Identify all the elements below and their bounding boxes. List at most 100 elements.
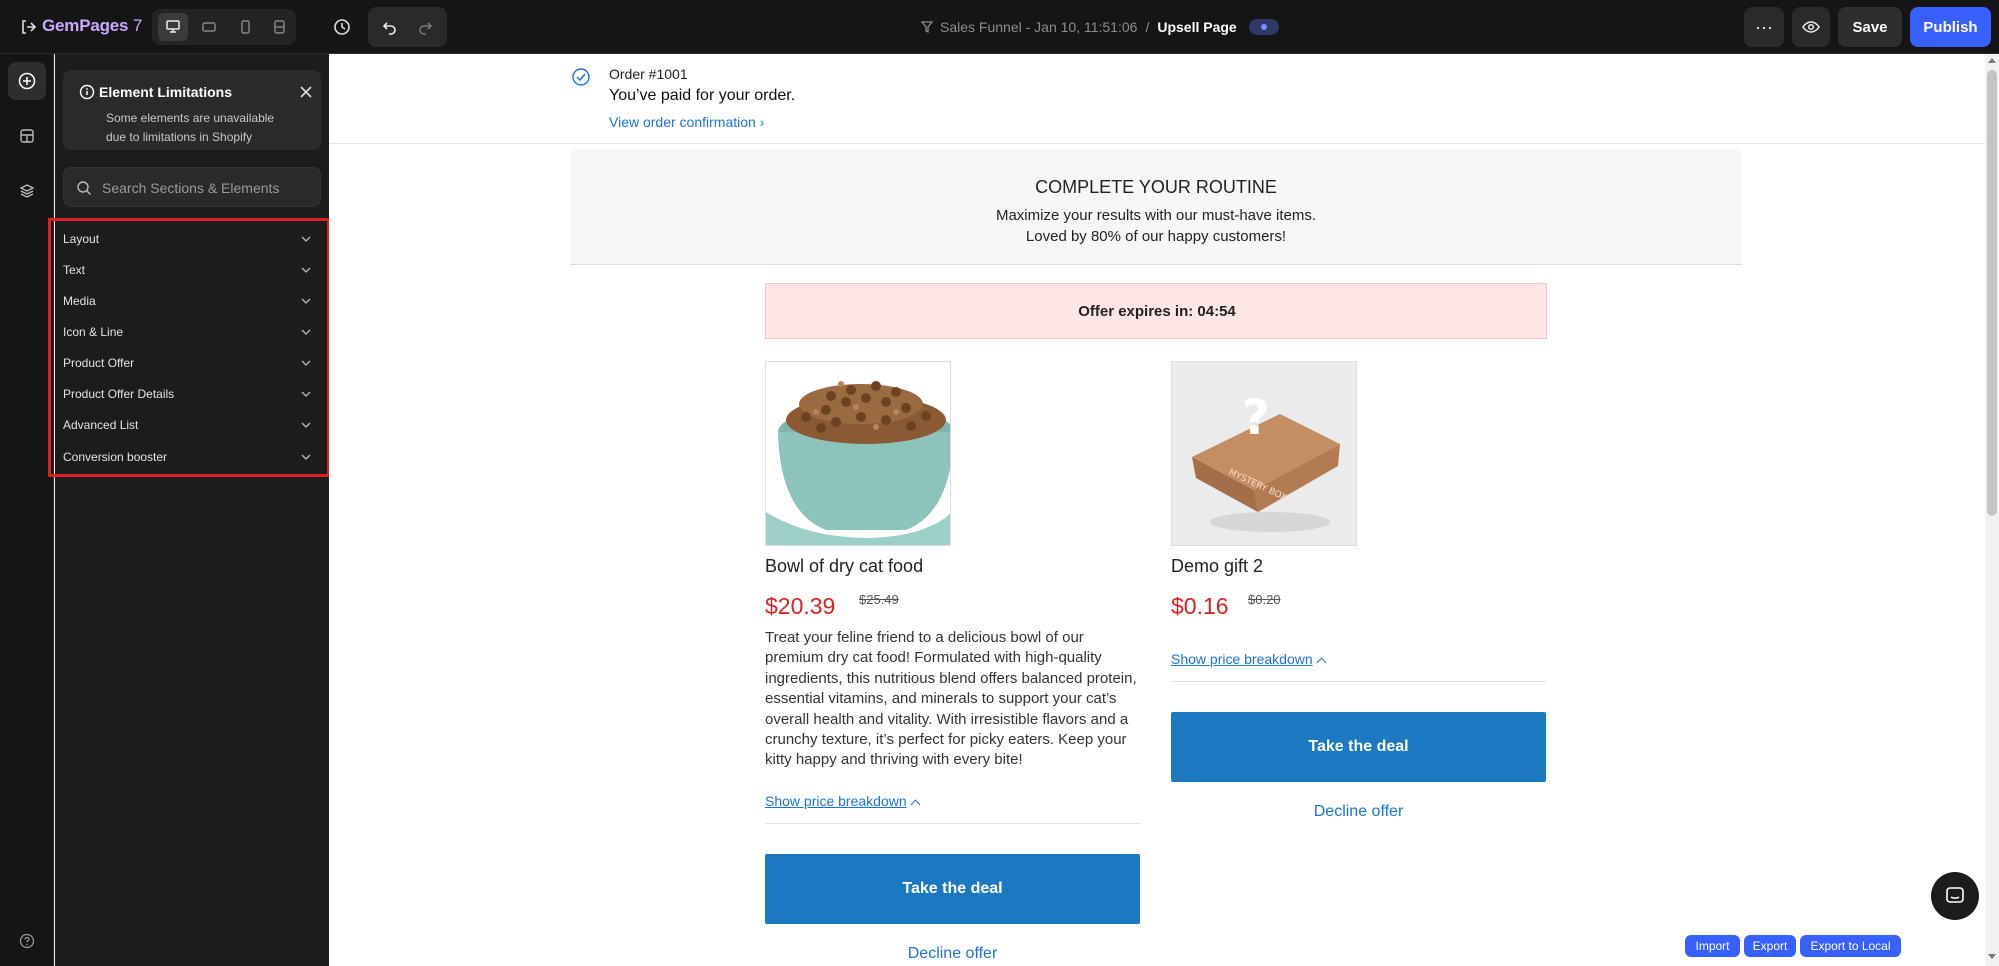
custom-device-button[interactable]: [264, 13, 294, 41]
search-input[interactable]: [102, 177, 312, 199]
tablet-landscape-device-button[interactable]: [194, 13, 224, 41]
product-description: Treat your feline friend to a delicious …: [765, 629, 1137, 769]
product-title: Demo gift 2: [1171, 556, 1264, 576]
category-text[interactable]: Text: [63, 256, 319, 284]
product-compare-price: $0.20: [1248, 592, 1281, 607]
category-advanced-list[interactable]: Advanced List: [63, 411, 319, 439]
notice-title: Element Limitations: [99, 84, 233, 100]
breakdown-label: Show price breakdown: [765, 793, 907, 809]
product-price: $20.39: [765, 593, 836, 619]
routine-banner[interactable]: COMPLETE YOUR ROUTINE Maximize your resu…: [570, 149, 1742, 265]
app-logo-text: GemPages: [42, 16, 129, 35]
chevron-down-icon: [301, 360, 311, 366]
history-button[interactable]: [330, 15, 354, 39]
show-price-breakdown-link[interactable]: Show price breakdown: [765, 793, 921, 810]
decline-offer-link[interactable]: Decline offer: [765, 945, 1140, 963]
category-product-offer-details[interactable]: Product Offer Details: [63, 380, 319, 408]
routine-subtext-line2: Loved by 80% of our happy customers!: [1025, 228, 1287, 245]
chevron-down-icon: [301, 267, 311, 273]
scroll-up-arrow[interactable]: [1988, 58, 1996, 63]
routine-subtext-line1: Maximize your results with our must-have…: [995, 207, 1317, 224]
element-search: [63, 167, 321, 207]
offer-timer-text: Offer expires in: 04:54: [1078, 303, 1236, 320]
mobile-icon: [241, 20, 250, 34]
more-options-button[interactable]: ···: [1744, 7, 1784, 47]
import-button[interactable]: Import: [1685, 935, 1740, 957]
divider: [329, 143, 1985, 144]
left-rail: [0, 54, 54, 966]
help-icon[interactable]: [19, 933, 35, 949]
sections-button[interactable]: [8, 117, 46, 155]
check-circle-icon: [571, 67, 591, 87]
chat-icon: [1946, 887, 1964, 903]
redo-button[interactable]: [410, 13, 440, 41]
plus-circle-icon: [18, 72, 36, 90]
breadcrumb-separator: /: [1145, 19, 1150, 35]
routine-heading: COMPLETE YOUR ROUTINE: [1035, 177, 1277, 197]
page-name[interactable]: Upsell Page: [1157, 19, 1236, 35]
show-price-breakdown-link[interactable]: Show price breakdown: [1171, 651, 1327, 668]
export-to-local-button[interactable]: Export to Local: [1800, 935, 1901, 957]
chevron-up-icon: [1316, 657, 1327, 668]
take-deal-button[interactable]: Take the deal: [1171, 712, 1546, 782]
app-logo-version: 7: [132, 16, 143, 35]
chevron-down-icon: [301, 298, 311, 304]
preview-button[interactable]: [1792, 7, 1830, 47]
category-label: Product Offer: [63, 356, 135, 370]
chat-button[interactable]: [1931, 872, 1979, 920]
desktop-icon: [166, 20, 180, 33]
product-image-cat-food[interactable]: [765, 361, 951, 546]
paid-message: You’ve paid for your order.: [609, 87, 796, 104]
offer-timer[interactable]: Offer expires in: 04:54: [765, 283, 1547, 339]
eye-icon: [1802, 21, 1820, 33]
product-image-mystery-box[interactable]: ? MYSTERY BOX: [1171, 361, 1357, 546]
add-elements-button[interactable]: [8, 62, 46, 100]
product-title: Bowl of dry cat food: [765, 556, 924, 576]
publish-button[interactable]: Publish: [1910, 7, 1991, 47]
elements-panel: Element Limitations Some elements are un…: [48, 54, 330, 966]
category-label: Media: [63, 294, 96, 308]
page-breadcrumb: Sales Funnel - Jan 10, 11:51:06 / Upsell…: [920, 17, 1279, 37]
funnel-icon: [920, 21, 934, 34]
layers-button[interactable]: [8, 172, 46, 210]
page-status-toggle[interactable]: [1248, 19, 1279, 35]
sections-icon: [20, 129, 34, 143]
chevron-down-icon: [301, 454, 311, 460]
export-button[interactable]: Export: [1744, 935, 1796, 957]
app-logo: GemPages 7: [42, 16, 142, 36]
undo-redo-group: [368, 7, 447, 47]
device-switcher: [152, 9, 296, 45]
take-deal-button[interactable]: Take the deal: [765, 854, 1140, 924]
decline-offer-link[interactable]: Decline offer: [1171, 803, 1546, 821]
exit-icon[interactable]: [18, 17, 38, 37]
category-icon-line[interactable]: Icon & Line: [63, 318, 319, 346]
notice-body: Some elements are unavailable due to lim…: [106, 111, 275, 144]
view-order-confirmation-link[interactable]: View order confirmation ›: [609, 114, 764, 130]
canvas-scrollbar[interactable]: [1985, 54, 1999, 966]
close-icon[interactable]: [299, 85, 313, 99]
order-number: Order #1001: [609, 66, 688, 82]
chevron-down-icon: [301, 236, 311, 242]
desktop-device-button[interactable]: [158, 13, 188, 41]
custom-size-icon: [274, 20, 285, 34]
search-icon: [76, 180, 92, 196]
breakdown-label: Show price breakdown: [1171, 651, 1313, 667]
undo-icon: [382, 22, 396, 35]
scroll-down-arrow[interactable]: [1988, 954, 1996, 959]
category-label: Conversion booster: [63, 450, 168, 464]
scrollbar-thumb[interactable]: [1987, 70, 1997, 516]
history-icon: [334, 19, 350, 35]
category-label: Icon & Line: [63, 325, 124, 339]
category-product-offer[interactable]: Product Offer: [63, 349, 319, 377]
mobile-device-button[interactable]: [230, 13, 260, 41]
product-compare-price: $25.49: [859, 592, 899, 607]
category-media[interactable]: Media: [63, 287, 319, 315]
category-conversion-booster[interactable]: Conversion booster: [63, 443, 319, 471]
category-layout[interactable]: Layout: [63, 225, 319, 253]
svg-text:?: ?: [1242, 390, 1270, 446]
divider: [1171, 681, 1546, 682]
top-bar: GemPages 7 Sales Funnel - Jan 10, 11:51:…: [0, 0, 1999, 54]
funnel-name[interactable]: Sales Funnel - Jan 10, 11:51:06: [940, 19, 1137, 35]
undo-button[interactable]: [375, 13, 405, 41]
save-button[interactable]: Save: [1838, 7, 1902, 47]
